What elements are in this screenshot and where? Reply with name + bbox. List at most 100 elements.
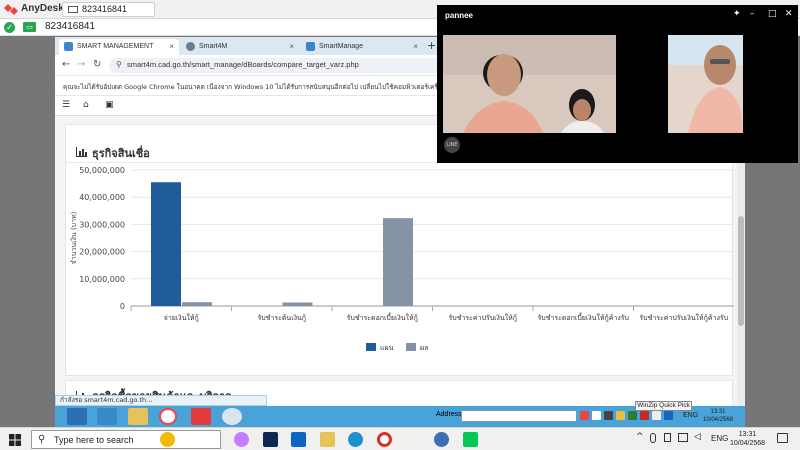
notification-icon[interactable] [777, 433, 788, 443]
tray-app-icon[interactable] [592, 411, 601, 420]
tab-label: SmartManage [319, 43, 363, 50]
site-favicon-icon [64, 42, 73, 51]
bar-actual [282, 302, 313, 306]
taskbar-search-box[interactable]: ⚲ Type here to search [31, 430, 221, 449]
home-icon[interactable]: ⌂ [83, 100, 89, 110]
bar-actual [182, 302, 212, 306]
copilot-icon[interactable] [234, 432, 249, 447]
search-icon: ⚲ [38, 434, 46, 445]
globe-icon [186, 42, 195, 51]
tray-app-icon[interactable] [580, 411, 589, 420]
pin-icon[interactable]: ✦ [733, 9, 741, 19]
y-tick-label: 30,000,000 [79, 220, 125, 229]
connected-check-icon: ✓ [4, 22, 15, 33]
site-favicon-icon [306, 42, 315, 51]
y-tick-label: 50,000,000 [79, 166, 125, 175]
outlook-icon[interactable] [291, 432, 306, 447]
tray-app-icon[interactable] [616, 411, 625, 420]
anydesk-logo-icon [4, 4, 18, 15]
windows-taskbar: ⚲ Type here to search ^ ◁ ENG 13:31 10/0… [0, 427, 800, 450]
url-bar[interactable]: ⚲ smart4m.cad.go.th/smart_manage/dBoards… [109, 58, 449, 73]
monitor-icon [68, 6, 78, 13]
tray-app-icon[interactable] [652, 411, 661, 420]
language-indicator[interactable]: ENG [711, 434, 728, 443]
url-text[interactable]: smart4m.cad.go.th/smart_manage/dBoards/c… [127, 60, 359, 69]
remote-app-icon[interactable] [97, 408, 117, 425]
winzip-tooltip: WinZip Quick Pick [635, 401, 692, 411]
tray-app-icon[interactable] [640, 411, 649, 420]
session-tab-label: 823416841 [82, 4, 128, 14]
x-category-label: รับชำระค่าปรับเงินให้กู้ค้างรับ [639, 313, 728, 322]
anydesk-icon[interactable] [191, 408, 211, 425]
close-tab-icon[interactable]: × [289, 39, 294, 54]
chrome-icon[interactable] [159, 408, 177, 425]
remote-video-feed [443, 35, 616, 133]
legend-swatch [366, 343, 376, 351]
video-participants-image [443, 35, 616, 133]
scrollbar-thumb[interactable] [738, 216, 744, 326]
line-app-icon[interactable] [463, 432, 478, 447]
photoshop-icon[interactable] [263, 432, 278, 447]
minimize-icon[interactable]: – [750, 9, 755, 19]
anydesk-session-tab[interactable]: 823416841 [62, 2, 155, 17]
bar-actual [383, 218, 413, 306]
remote-date: 10/04/2568 [703, 417, 734, 423]
address-toolbar-input[interactable] [461, 410, 577, 422]
close-tab-icon[interactable]: × [169, 39, 174, 54]
tray-app-icon[interactable] [664, 411, 673, 420]
line-logo-badge: LINE [444, 137, 460, 153]
hamburger-menu-icon[interactable]: ☰ [62, 100, 70, 110]
x-category-label: จ่ายเงินให้กู้ [164, 313, 199, 322]
x-category-label: รับชำระดอกเบี้ยเงินให้กู้ [347, 311, 418, 322]
bar-chart-icon [76, 147, 87, 157]
tab-smartmanage[interactable]: SmartManage × [301, 39, 423, 55]
volume-icon[interactable]: ◁ [694, 432, 701, 442]
tab-smart4m[interactable]: Smart4M × [181, 39, 299, 55]
tab-label: Smart4M [199, 43, 228, 50]
app-globe-icon[interactable] [222, 408, 242, 425]
remote-system-tray [580, 409, 700, 424]
chevron-up-icon[interactable]: ^ [636, 432, 644, 442]
tray-app-icon[interactable] [604, 411, 613, 420]
file-server-app-icon[interactable] [67, 408, 87, 425]
close-icon[interactable]: ✕ [785, 9, 793, 19]
remote-time: 13:31 [710, 409, 726, 415]
remote-language-indicator[interactable]: ENG [683, 412, 698, 419]
back-arrow-icon[interactable]: ← [62, 59, 70, 70]
taskbar-clock[interactable]: 13:31 10/04/2568 [730, 430, 765, 448]
fullscreen-icon[interactable]: ▣ [105, 100, 114, 110]
site-info-icon[interactable]: ⚲ [116, 60, 122, 69]
tab-smart-management[interactable]: SMART MANAGEMENT × [59, 39, 179, 55]
remote-clock[interactable]: 13:31 10/04/2568 [703, 408, 733, 424]
bar-plan [151, 182, 181, 306]
microphone-icon[interactable] [650, 433, 656, 443]
anydesk-app-name: AnyDesk [21, 3, 64, 14]
clock-time: 13:31 [738, 431, 757, 438]
forward-arrow-icon[interactable]: → [77, 59, 85, 70]
windows-start-icon[interactable] [9, 434, 21, 446]
edge-icon[interactable] [348, 432, 363, 447]
remote-monitor-icon[interactable]: ▭ [23, 22, 36, 32]
network-icon[interactable] [678, 433, 688, 442]
self-video-feed [668, 35, 743, 133]
battery-icon[interactable] [664, 433, 671, 442]
close-tab-icon[interactable]: × [413, 39, 418, 54]
search-placeholder: Type here to search [54, 435, 134, 445]
caller-name: pannee [445, 11, 474, 20]
anydesk-address-input[interactable]: 823416841 [45, 21, 95, 32]
y-tick-label: 0 [120, 302, 125, 311]
file-explorer-icon[interactable] [320, 432, 335, 447]
chrome-icon[interactable] [377, 432, 392, 447]
tray-app-icon[interactable] [628, 411, 637, 420]
clock-date: 10/04/2568 [730, 440, 766, 447]
legend-label: แผน [380, 344, 394, 352]
y-tick-label: 40,000,000 [79, 193, 125, 202]
tab-label: SMART MANAGEMENT [77, 43, 154, 50]
app-globe-icon[interactable] [434, 432, 449, 447]
maximize-icon[interactable]: □ [768, 9, 777, 19]
file-explorer-icon[interactable] [128, 408, 148, 425]
line-video-call-window: pannee ✦ – □ ✕ LINE [437, 5, 798, 163]
self-video-image [668, 35, 743, 133]
copilot-sparkle-icon[interactable] [160, 432, 175, 447]
reload-icon[interactable]: ↻ [93, 59, 101, 70]
